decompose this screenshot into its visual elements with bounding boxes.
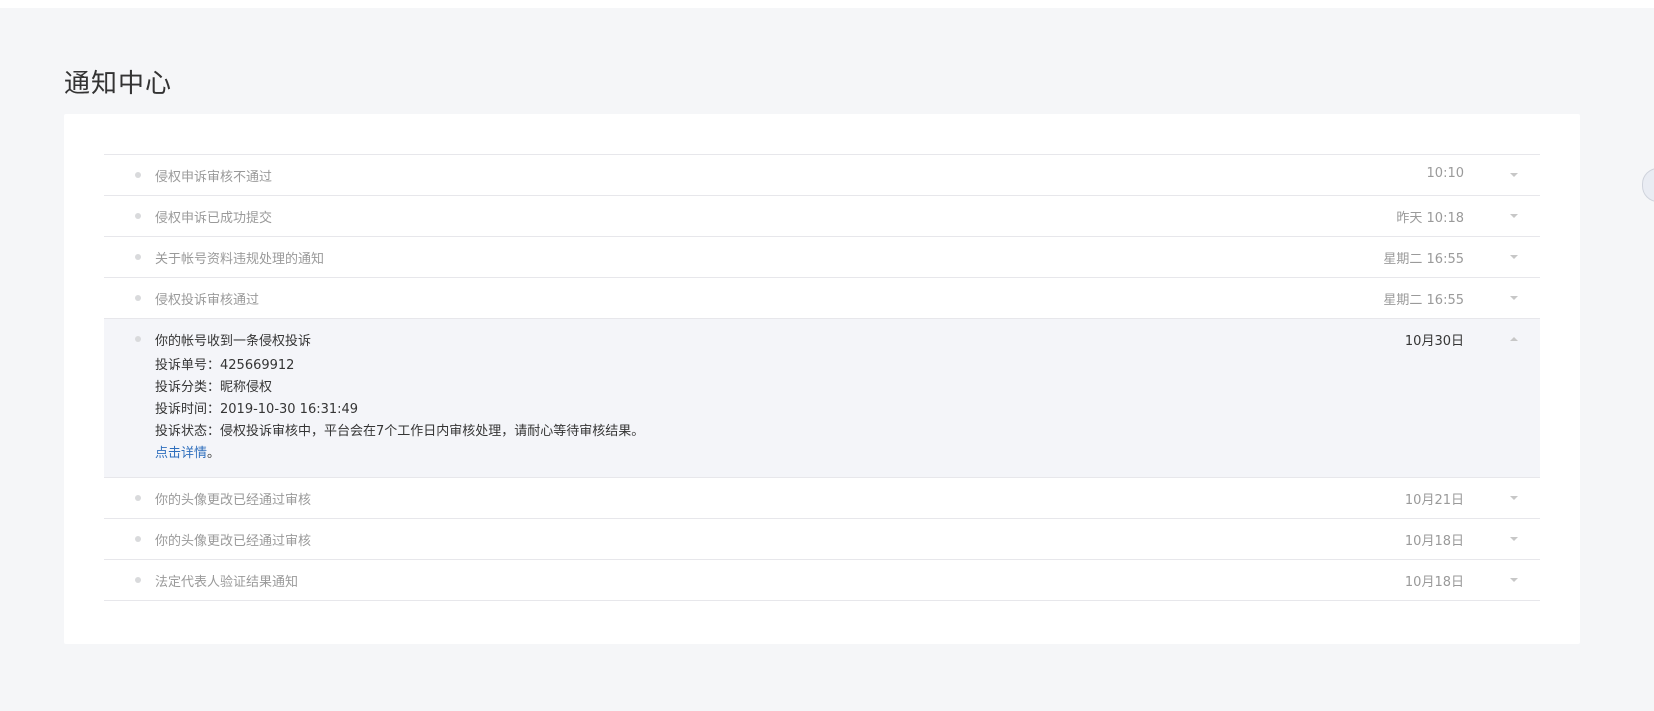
notification-item-header[interactable]: 法定代表人验证结果通知 10月18日 xyxy=(104,560,1540,600)
notification-title: 侵权申诉审核不通过 xyxy=(155,170,273,185)
caret-down-icon[interactable] xyxy=(1510,214,1518,218)
complaint-category: 投诉分类：昵称侵权 xyxy=(155,380,273,395)
top-bar xyxy=(0,0,1654,8)
dot-icon xyxy=(135,577,141,583)
dot-icon xyxy=(135,172,141,178)
details-link-row: 点击详情。 xyxy=(155,443,1540,465)
notification-title: 你的帐号收到一条侵权投诉 xyxy=(155,334,312,349)
notification-item-header[interactable]: 侵权申诉审核不通过 10:10 xyxy=(104,155,1540,195)
view-details-link[interactable]: 点击详情 xyxy=(155,446,207,461)
notification-item[interactable]: 侵权申诉已成功提交 昨天 10:18 xyxy=(104,196,1540,237)
caret-down-icon[interactable] xyxy=(1510,255,1518,259)
caret-down-icon[interactable] xyxy=(1510,296,1518,300)
notification-time: 10月18日 xyxy=(1404,575,1464,590)
notification-title: 法定代表人验证结果通知 xyxy=(155,575,299,590)
floating-side-widget[interactable] xyxy=(1642,168,1654,202)
dot-icon xyxy=(135,254,141,260)
page-title: 通知中心 xyxy=(64,69,173,100)
notification-item-expanded[interactable]: 你的帐号收到一条侵权投诉 10月30日 投诉单号：425669912 投诉分类：… xyxy=(104,319,1540,478)
dot-icon xyxy=(135,295,141,301)
notification-time: 10:10 xyxy=(1426,166,1464,181)
caret-down-icon[interactable] xyxy=(1510,173,1518,177)
notification-item[interactable]: 法定代表人验证结果通知 10月18日 xyxy=(104,560,1540,601)
caret-up-icon[interactable] xyxy=(1510,337,1518,341)
notification-detail: 投诉单号：425669912 投诉分类：昵称侵权 投诉时间：2019-10-30… xyxy=(104,355,1540,477)
notification-time: 10月21日 xyxy=(1404,493,1464,508)
notification-item-header[interactable]: 关于帐号资料违规处理的通知 星期二 16:55 xyxy=(104,237,1540,277)
notification-time: 星期二 16:55 xyxy=(1383,252,1464,267)
notification-item-header[interactable]: 你的帐号收到一条侵权投诉 10月30日 xyxy=(104,319,1540,359)
link-suffix: 。 xyxy=(207,446,221,461)
notification-title: 你的头像更改已经通过审核 xyxy=(155,493,312,508)
notification-title: 侵权申诉已成功提交 xyxy=(155,211,273,226)
notification-item-header[interactable]: 侵权投诉审核通过 星期二 16:55 xyxy=(104,278,1540,318)
notification-center-page: 通知中心 侵权申诉审核不通过 10:10 侵权申诉已成功提交 昨天 10:18 xyxy=(0,8,1654,711)
complaint-status: 投诉状态：侵权投诉审核中，平台会在7个工作日内审核处理，请耐心等待审核结果。 xyxy=(155,424,645,439)
notification-title: 侵权投诉审核通过 xyxy=(155,293,260,308)
caret-down-icon[interactable] xyxy=(1510,537,1518,541)
notification-card: 侵权申诉审核不通过 10:10 侵权申诉已成功提交 昨天 10:18 关于帐号资… xyxy=(64,114,1580,644)
notification-item-header[interactable]: 你的头像更改已经通过审核 10月21日 xyxy=(104,478,1540,518)
dot-icon xyxy=(135,536,141,542)
notification-item[interactable]: 侵权申诉审核不通过 10:10 xyxy=(104,155,1540,196)
notification-item[interactable]: 你的头像更改已经通过审核 10月18日 xyxy=(104,519,1540,560)
dot-icon xyxy=(135,336,141,342)
notification-list: 侵权申诉审核不通过 10:10 侵权申诉已成功提交 昨天 10:18 关于帐号资… xyxy=(104,154,1540,601)
notification-item-header[interactable]: 你的头像更改已经通过审核 10月18日 xyxy=(104,519,1540,559)
notification-title: 你的头像更改已经通过审核 xyxy=(155,534,312,549)
complaint-time: 投诉时间：2019-10-30 16:31:49 xyxy=(155,402,359,417)
notification-item[interactable]: 关于帐号资料违规处理的通知 星期二 16:55 xyxy=(104,237,1540,278)
notification-time: 昨天 10:18 xyxy=(1396,211,1464,226)
notification-time: 星期二 16:55 xyxy=(1383,293,1464,308)
dot-icon xyxy=(135,495,141,501)
caret-down-icon[interactable] xyxy=(1510,578,1518,582)
notification-time: 10月30日 xyxy=(1404,334,1464,349)
notification-time: 10月18日 xyxy=(1404,534,1464,549)
notification-item[interactable]: 你的头像更改已经通过审核 10月21日 xyxy=(104,478,1540,519)
notification-title: 关于帐号资料违规处理的通知 xyxy=(155,252,325,267)
dot-icon xyxy=(135,213,141,219)
notification-item-header[interactable]: 侵权申诉已成功提交 昨天 10:18 xyxy=(104,196,1540,236)
caret-down-icon[interactable] xyxy=(1510,496,1518,500)
notification-item[interactable]: 侵权投诉审核通过 星期二 16:55 xyxy=(104,278,1540,319)
